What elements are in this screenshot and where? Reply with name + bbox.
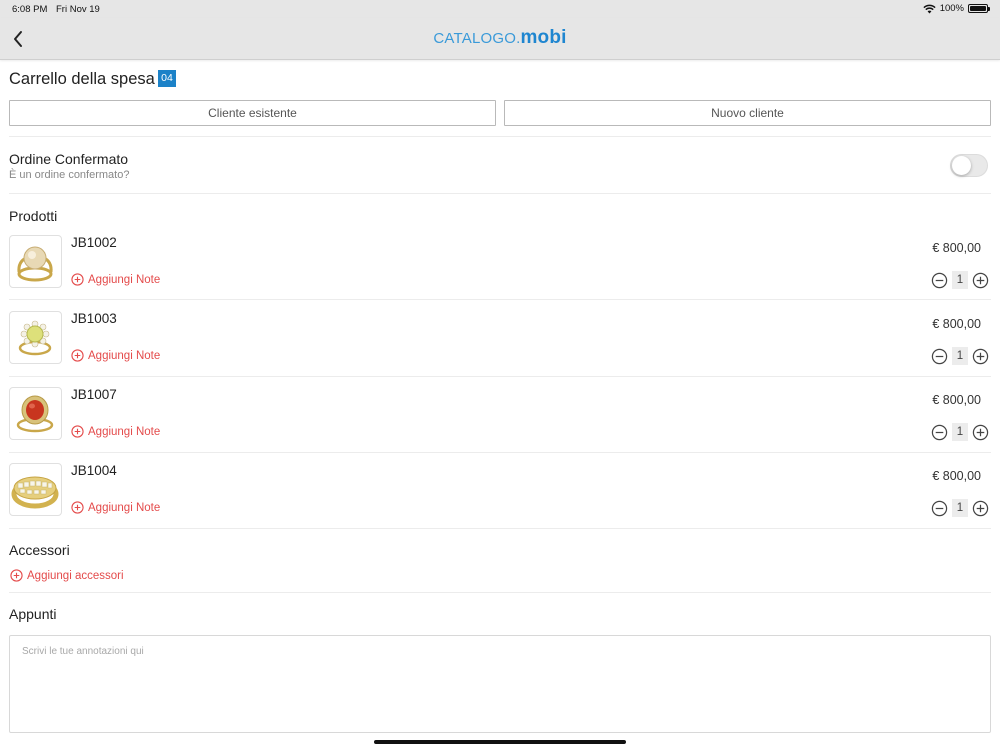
order-confirmed-label: Ordine Confermato [9, 151, 129, 167]
plus-circle-icon [10, 569, 23, 582]
divider [9, 193, 991, 194]
page-title: Carrello della spesa [9, 70, 155, 88]
add-note-button[interactable]: Aggiungi Note [71, 349, 160, 362]
product-price: € 800,00 [932, 241, 981, 255]
wifi-icon [923, 4, 936, 13]
plus-circle-icon[interactable] [972, 500, 989, 517]
add-note-button[interactable]: Aggiungi Note [71, 501, 160, 514]
product-code: JB1002 [71, 235, 117, 250]
order-confirmed-toggle[interactable] [950, 154, 988, 177]
notes-section-title: Appunti [9, 606, 57, 622]
plus-circle-icon [71, 501, 84, 514]
minus-circle-icon[interactable] [931, 424, 948, 441]
product-price: € 800,00 [932, 469, 981, 483]
status-bar: 6:08 PM Fri Nov 19 100% [0, 0, 1000, 18]
plus-circle-icon[interactable] [972, 272, 989, 289]
product-image[interactable] [9, 387, 62, 440]
product-price: € 800,00 [932, 317, 981, 331]
product-code: JB1007 [71, 387, 117, 402]
product-price: € 800,00 [932, 393, 981, 407]
divider [9, 136, 991, 137]
quantity-stepper: 1 [931, 271, 989, 289]
plus-circle-icon [71, 425, 84, 438]
divider [9, 592, 991, 593]
ring-image [11, 476, 59, 509]
add-note-button[interactable]: Aggiungi Note [71, 273, 160, 286]
product-image[interactable] [9, 235, 62, 288]
home-indicator[interactable] [374, 740, 626, 744]
toggle-knob [952, 156, 971, 175]
battery-percent: 100% [939, 3, 964, 14]
product-code: JB1003 [71, 311, 117, 326]
ring-image [17, 246, 53, 282]
add-accessories-button[interactable]: Aggiungi accessori [10, 569, 124, 582]
order-confirmed-subtitle: È un ordine confermato? [9, 169, 130, 181]
divider [9, 452, 991, 453]
notes-textarea[interactable] [9, 635, 991, 733]
add-accessories-label: Aggiungi accessori [27, 569, 124, 582]
add-note-label: Aggiungi Note [88, 273, 161, 286]
logo-text-mobi: mobi [520, 27, 567, 48]
app-logo: CATALOGO.mobi [0, 27, 1000, 49]
quantity-value[interactable]: 1 [952, 499, 968, 517]
ring-image [16, 395, 54, 433]
add-note-label: Aggiungi Note [88, 425, 161, 438]
add-note-button[interactable]: Aggiungi Note [71, 425, 160, 438]
minus-circle-icon[interactable] [931, 272, 948, 289]
divider [9, 376, 991, 377]
minus-circle-icon[interactable] [931, 348, 948, 365]
divider [9, 528, 991, 529]
divider [9, 299, 991, 300]
product-code: JB1004 [71, 463, 117, 478]
status-date: Fri Nov 19 [56, 4, 100, 15]
accessories-section-title: Accessori [9, 542, 70, 558]
status-right: 100% [923, 3, 990, 14]
battery-icon [968, 4, 990, 13]
logo-text-catalogo: CATALOGO. [433, 30, 521, 47]
plus-circle-icon [71, 273, 84, 286]
products-section-title: Prodotti [9, 208, 58, 224]
existing-client-button[interactable]: Cliente esistente [9, 100, 496, 126]
new-client-button[interactable]: Nuovo cliente [504, 100, 991, 126]
add-note-label: Aggiungi Note [88, 501, 161, 514]
nav-bar: CATALOGO.mobi [0, 18, 1000, 60]
product-image[interactable] [9, 311, 62, 364]
quantity-value[interactable]: 1 [952, 271, 968, 289]
quantity-value[interactable]: 1 [952, 423, 968, 441]
quantity-value[interactable]: 1 [952, 347, 968, 365]
quantity-stepper: 1 [931, 499, 989, 517]
product-image[interactable] [9, 463, 62, 516]
ring-image [18, 320, 52, 356]
add-note-label: Aggiungi Note [88, 349, 161, 362]
plus-circle-icon[interactable] [972, 348, 989, 365]
quantity-stepper: 1 [931, 347, 989, 365]
cart-count-badge: 04 [158, 70, 176, 87]
quantity-stepper: 1 [931, 423, 989, 441]
status-time: 6:08 PM [12, 4, 48, 15]
plus-circle-icon [71, 349, 84, 362]
minus-circle-icon[interactable] [931, 500, 948, 517]
plus-circle-icon[interactable] [972, 424, 989, 441]
